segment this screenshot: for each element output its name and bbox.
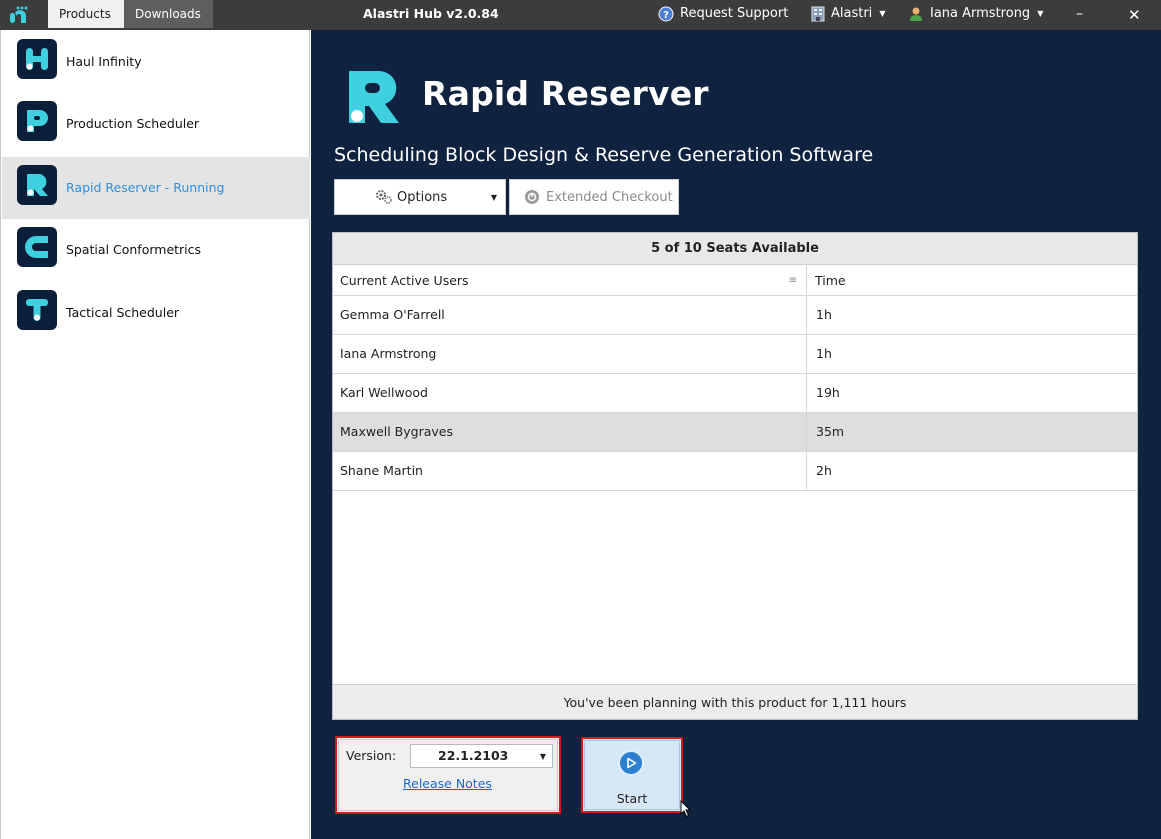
- request-support-button[interactable]: ? Request Support: [658, 0, 788, 28]
- mouse-cursor-icon: [680, 800, 692, 818]
- tab-downloads[interactable]: Downloads: [124, 0, 213, 28]
- organization-label: Alastri: [831, 6, 873, 21]
- user-cell: Karl Wellwood: [333, 374, 807, 412]
- column-header-users-label: Current Active Users: [340, 273, 469, 288]
- svg-text:?: ?: [663, 10, 669, 21]
- close-button[interactable]: ✕: [1128, 1, 1141, 29]
- product-title: Rapid Reserver: [422, 74, 709, 113]
- chevron-down-icon: ▼: [1037, 9, 1044, 18]
- sidebar-item-label: Spatial Conformetrics: [66, 242, 202, 257]
- sidebar-item-haul-infinity[interactable]: Haul Infinity: [2, 31, 310, 93]
- rapid-reserver-logo-icon: [349, 70, 399, 123]
- help-icon: ?: [658, 6, 674, 22]
- table-row[interactable]: Maxwell Bygraves 35m: [333, 413, 1137, 452]
- user-name-label: Iana Armstrong: [930, 6, 1031, 21]
- column-header-users[interactable]: Current Active Users ≡: [333, 265, 807, 295]
- seats-available-header: 5 of 10 Seats Available: [333, 233, 1137, 265]
- release-notes-link[interactable]: Release Notes: [403, 776, 492, 791]
- user-cell: Maxwell Bygraves: [333, 413, 807, 451]
- options-dropdown-button[interactable]: Options ▼: [334, 179, 506, 215]
- user-avatar-icon: [910, 7, 922, 21]
- chevron-down-icon: ▼: [539, 752, 546, 761]
- table-row[interactable]: Iana Armstrong 1h: [333, 335, 1137, 374]
- request-support-label: Request Support: [680, 6, 789, 21]
- chevron-down-icon: ▼: [879, 9, 886, 18]
- sidebar-item-label: Haul Infinity: [66, 54, 142, 69]
- sidebar-item-spatial-conformetrics[interactable]: Spatial Conformetrics: [2, 219, 310, 281]
- user-cell: Gemma O'Farrell: [333, 296, 807, 334]
- version-selector-group: Version: 22.1.2103 ▼ Release Notes: [335, 736, 561, 814]
- minimize-button[interactable]: –: [1076, 0, 1083, 28]
- spatial-conformetrics-icon: [17, 227, 57, 267]
- sidebar-item-label: Tactical Scheduler: [66, 305, 180, 320]
- production-scheduler-icon: [17, 101, 57, 141]
- sort-icon[interactable]: ≡: [789, 265, 797, 296]
- rapid-reserver-icon: [17, 165, 57, 205]
- active-users-table: 5 of 10 Seats Available Current Active U…: [332, 232, 1138, 720]
- sidebar-item-label: Production Scheduler: [66, 116, 200, 131]
- usage-summary: You've been planning with this product f…: [333, 684, 1137, 719]
- product-sidebar: Haul Infinity Production Scheduler Rapid…: [0, 30, 310, 839]
- time-cell: 35m: [816, 424, 845, 439]
- start-button[interactable]: Start: [581, 737, 683, 813]
- version-value: 22.1.2103: [438, 748, 509, 763]
- options-label: Options: [397, 189, 448, 205]
- checkout-icon: [525, 190, 539, 204]
- tactical-scheduler-icon: [17, 290, 57, 330]
- gears-icon: [376, 190, 392, 204]
- time-cell: 1h: [816, 307, 832, 322]
- sidebar-item-rapid-reserver[interactable]: Rapid Reserver - Running: [2, 157, 310, 219]
- user-menu[interactable]: Iana Armstrong ▼: [908, 0, 1043, 28]
- title-bar: Products Downloads Alastri Hub v2.0.84 ?…: [0, 0, 1161, 30]
- product-subtitle: Scheduling Block Design & Reserve Genera…: [334, 144, 874, 166]
- column-header-time[interactable]: Time: [807, 265, 1137, 295]
- user-cell: Iana Armstrong: [333, 335, 807, 373]
- sidebar-item-tactical-scheduler[interactable]: Tactical Scheduler: [2, 282, 310, 344]
- extended-checkout-label: Extended Checkout: [546, 189, 673, 205]
- time-cell: 2h: [816, 463, 832, 478]
- window-title: Alastri Hub v2.0.84: [363, 6, 499, 21]
- building-icon: [811, 6, 825, 22]
- table-row[interactable]: Shane Martin 2h: [333, 452, 1137, 491]
- play-icon: [618, 750, 644, 776]
- table-row[interactable]: Karl Wellwood 19h: [333, 374, 1137, 413]
- version-label: Version:: [346, 748, 397, 763]
- user-cell: Shane Martin: [333, 452, 807, 490]
- extended-checkout-button[interactable]: Extended Checkout: [509, 179, 679, 215]
- chevron-down-icon: ▼: [490, 193, 497, 202]
- organization-menu[interactable]: Alastri ▼: [811, 0, 885, 28]
- start-label: Start: [616, 791, 648, 806]
- sidebar-item-production-scheduler[interactable]: Production Scheduler: [2, 93, 310, 155]
- product-detail-panel: Rapid Reserver Scheduling Block Design &…: [311, 30, 1161, 839]
- tab-products[interactable]: Products: [48, 0, 124, 28]
- haul-infinity-icon: [17, 39, 57, 79]
- time-cell: 19h: [816, 385, 840, 400]
- version-dropdown[interactable]: 22.1.2103 ▼: [410, 744, 553, 768]
- table-row[interactable]: Gemma O'Farrell 1h: [333, 296, 1137, 335]
- sidebar-item-label: Rapid Reserver - Running: [66, 180, 225, 195]
- alastri-logo-icon: [10, 6, 28, 23]
- time-cell: 1h: [816, 346, 832, 361]
- table-header-row: Current Active Users ≡ Time: [333, 265, 1137, 296]
